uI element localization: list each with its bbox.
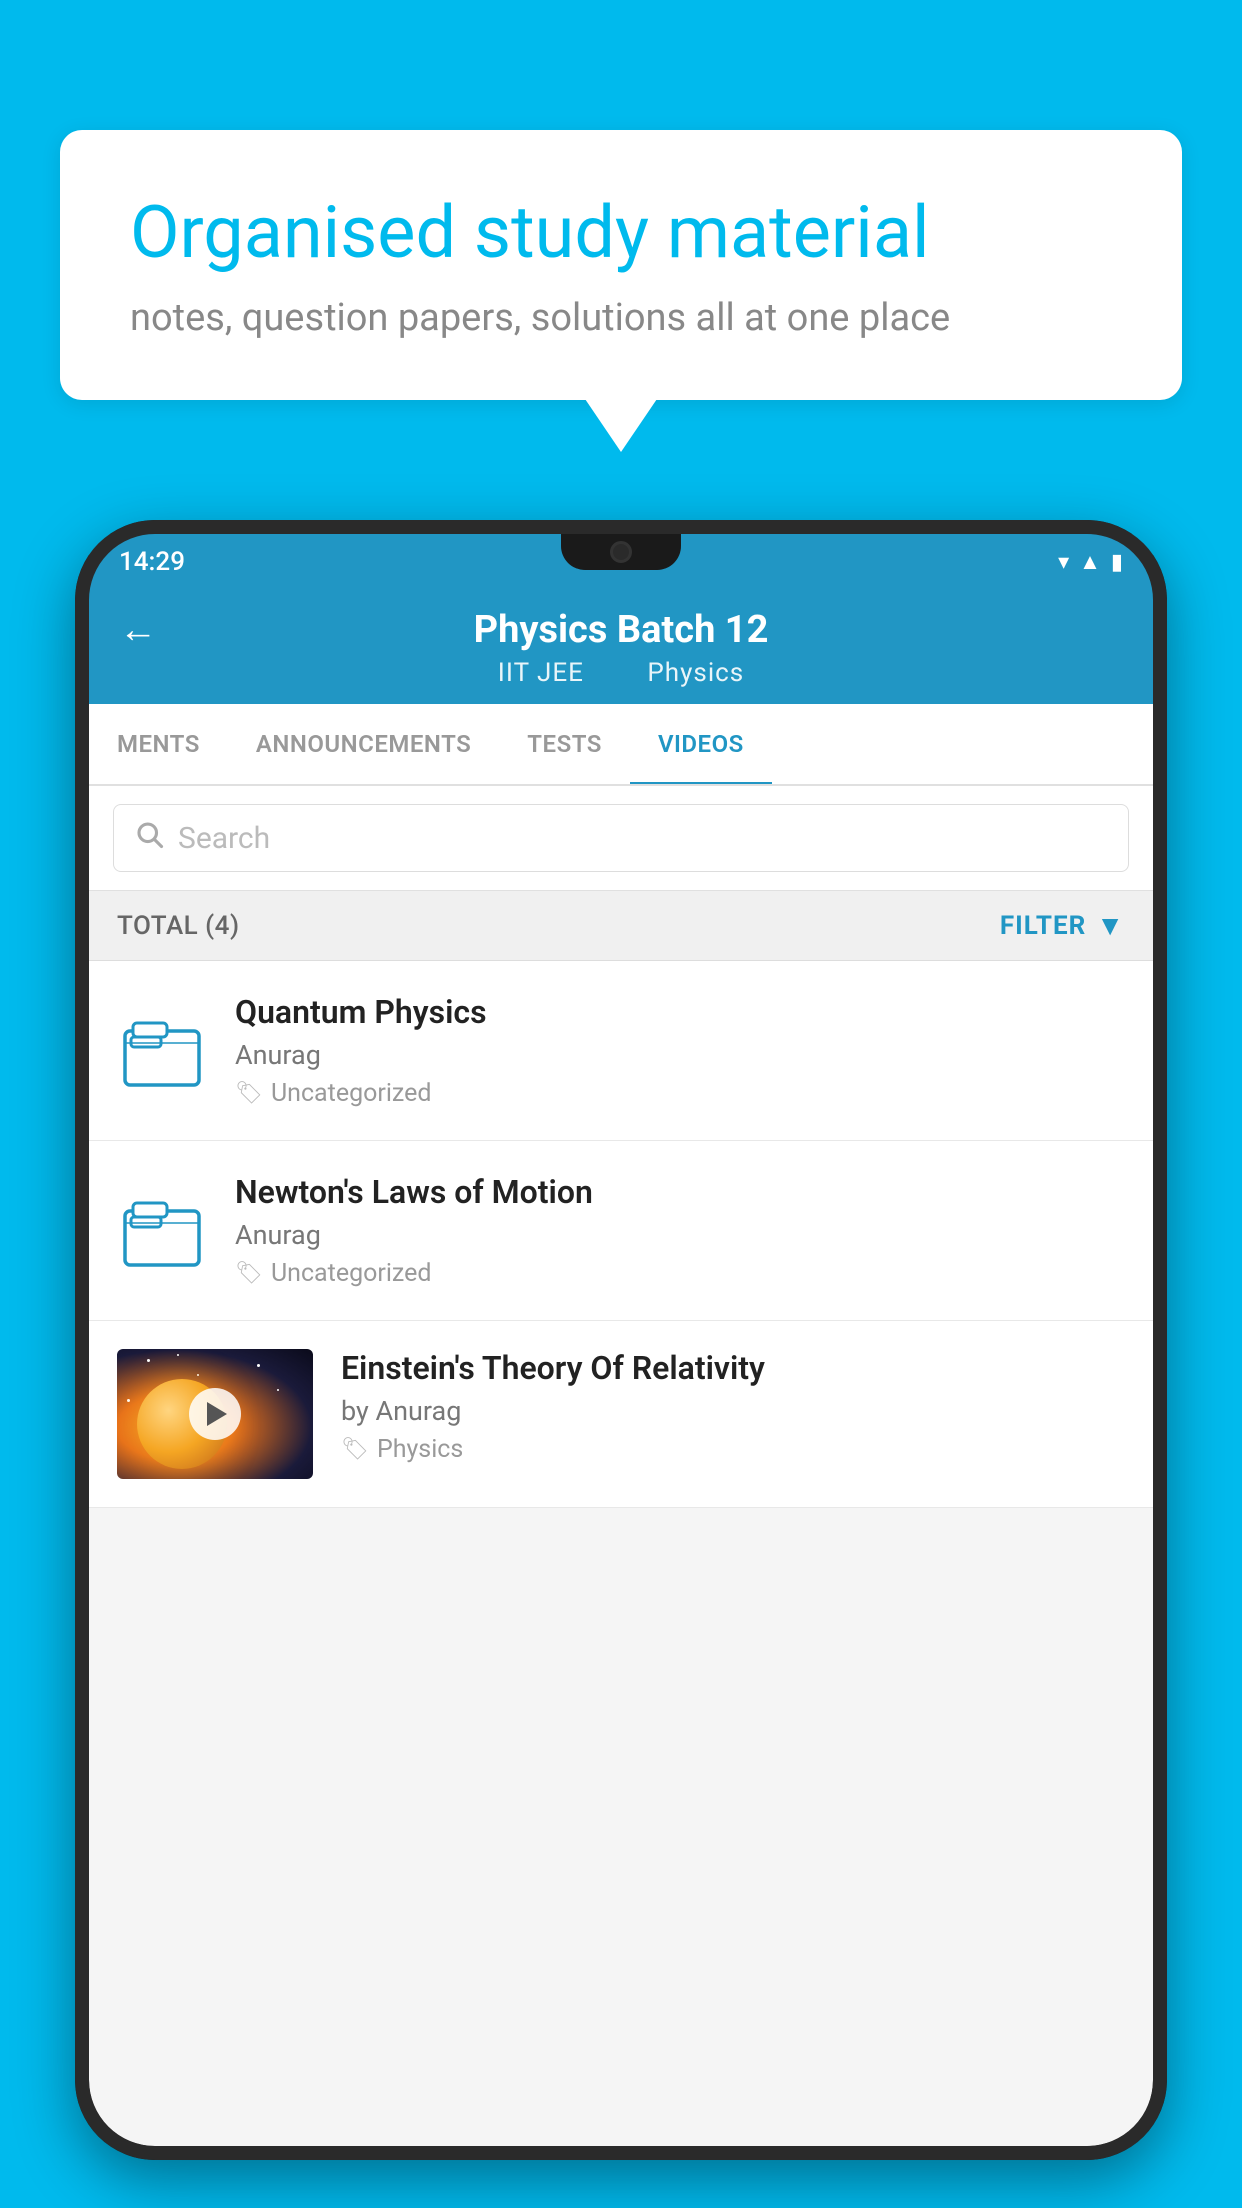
- volume-up-button[interactable]: [75, 900, 79, 990]
- tag-icon: 🏷: [341, 1437, 369, 1462]
- list-item[interactable]: Quantum Physics Anurag 🏷 Uncategorized: [89, 961, 1153, 1141]
- video-tag-2: 🏷 Uncategorized: [235, 1259, 1125, 1288]
- video-info-3: Einstein's Theory Of Relativity by Anura…: [341, 1349, 1125, 1464]
- phone-notch: [561, 534, 681, 570]
- filter-button[interactable]: FILTER ▼: [1000, 909, 1125, 942]
- tab-announcements[interactable]: ANNOUNCEMENTS: [228, 704, 499, 784]
- list-item[interactable]: Newton's Laws of Motion Anurag 🏷 Uncateg…: [89, 1141, 1153, 1321]
- filter-label: FILTER: [1000, 911, 1086, 941]
- video-thumbnail-3: [117, 1349, 313, 1479]
- status-icons: ▾ ▲ ▮: [1058, 549, 1123, 575]
- power-button[interactable]: [1163, 900, 1167, 970]
- video-info-1: Quantum Physics Anurag 🏷 Uncategorized: [235, 993, 1125, 1108]
- volume-down-button[interactable]: [75, 1010, 79, 1100]
- video-tag-1: 🏷 Uncategorized: [235, 1079, 1125, 1108]
- search-container: Search: [89, 786, 1153, 891]
- total-count: TOTAL (4): [117, 911, 240, 941]
- wifi-icon: ▾: [1058, 550, 1069, 575]
- video-author-3: by Anurag: [341, 1395, 1125, 1427]
- search-icon: [134, 819, 164, 857]
- speech-bubble: Organised study material notes, question…: [60, 130, 1182, 400]
- phone-frame: 14:29 ▾ ▲ ▮ ← Physics Batch 12 IIT JEE P…: [75, 520, 1167, 2160]
- tab-ments[interactable]: MENTS: [89, 704, 228, 784]
- app-title: Physics Batch 12: [474, 608, 769, 652]
- video-info-2: Newton's Laws of Motion Anurag 🏷 Uncateg…: [235, 1173, 1125, 1288]
- search-placeholder-text: Search: [178, 821, 270, 856]
- filter-funnel-icon: ▼: [1096, 909, 1125, 942]
- subtitle-part1: IIT JEE: [498, 658, 584, 688]
- battery-icon: ▮: [1111, 550, 1123, 575]
- screen-content: ← Physics Batch 12 IIT JEE Physics MENTS…: [89, 590, 1153, 2146]
- video-author-1: Anurag: [235, 1039, 1125, 1071]
- video-list: Quantum Physics Anurag 🏷 Uncategorized: [89, 961, 1153, 1508]
- status-time: 14:29: [119, 547, 185, 577]
- video-author-2: Anurag: [235, 1219, 1125, 1251]
- app-subtitle: IIT JEE Physics: [484, 658, 758, 688]
- filter-bar: TOTAL (4) FILTER ▼: [89, 891, 1153, 961]
- video-title-2: Newton's Laws of Motion: [235, 1173, 1125, 1211]
- video-title-3: Einstein's Theory Of Relativity: [341, 1349, 1125, 1387]
- tag-text-1: Uncategorized: [271, 1079, 432, 1108]
- front-camera: [610, 541, 632, 563]
- volume-silent-button[interactable]: [75, 820, 79, 870]
- header-top: ← Physics Batch 12: [119, 608, 1123, 652]
- app-header: ← Physics Batch 12 IIT JEE Physics: [89, 590, 1153, 704]
- play-button[interactable]: [189, 1388, 241, 1440]
- tab-videos[interactable]: VIDEOS: [630, 704, 772, 784]
- hero-title: Organised study material: [130, 190, 1112, 276]
- list-item[interactable]: Einstein's Theory Of Relativity by Anura…: [89, 1321, 1153, 1508]
- play-triangle-icon: [207, 1402, 227, 1426]
- folder-thumbnail-2: [117, 1186, 207, 1276]
- hero-subtitle: notes, question papers, solutions all at…: [130, 296, 1112, 340]
- tab-tests[interactable]: TESTS: [499, 704, 630, 784]
- search-input-wrapper[interactable]: Search: [113, 804, 1129, 872]
- folder-thumbnail-1: [117, 1006, 207, 1096]
- phone-container: 14:29 ▾ ▲ ▮ ← Physics Batch 12 IIT JEE P…: [75, 520, 1167, 2160]
- tabs-bar: MENTS ANNOUNCEMENTS TESTS VIDEOS: [89, 704, 1153, 786]
- tag-icon: 🏷: [235, 1081, 263, 1106]
- subtitle-part2: Physics: [647, 658, 744, 688]
- signal-icon: ▲: [1079, 549, 1101, 575]
- video-tag-3: 🏷 Physics: [341, 1435, 1125, 1464]
- tag-icon: 🏷: [235, 1261, 263, 1286]
- back-button[interactable]: ←: [119, 608, 157, 652]
- hero-section: Organised study material notes, question…: [60, 130, 1182, 400]
- tag-text-3: Physics: [377, 1435, 463, 1464]
- video-title-1: Quantum Physics: [235, 993, 1125, 1031]
- tag-text-2: Uncategorized: [271, 1259, 432, 1288]
